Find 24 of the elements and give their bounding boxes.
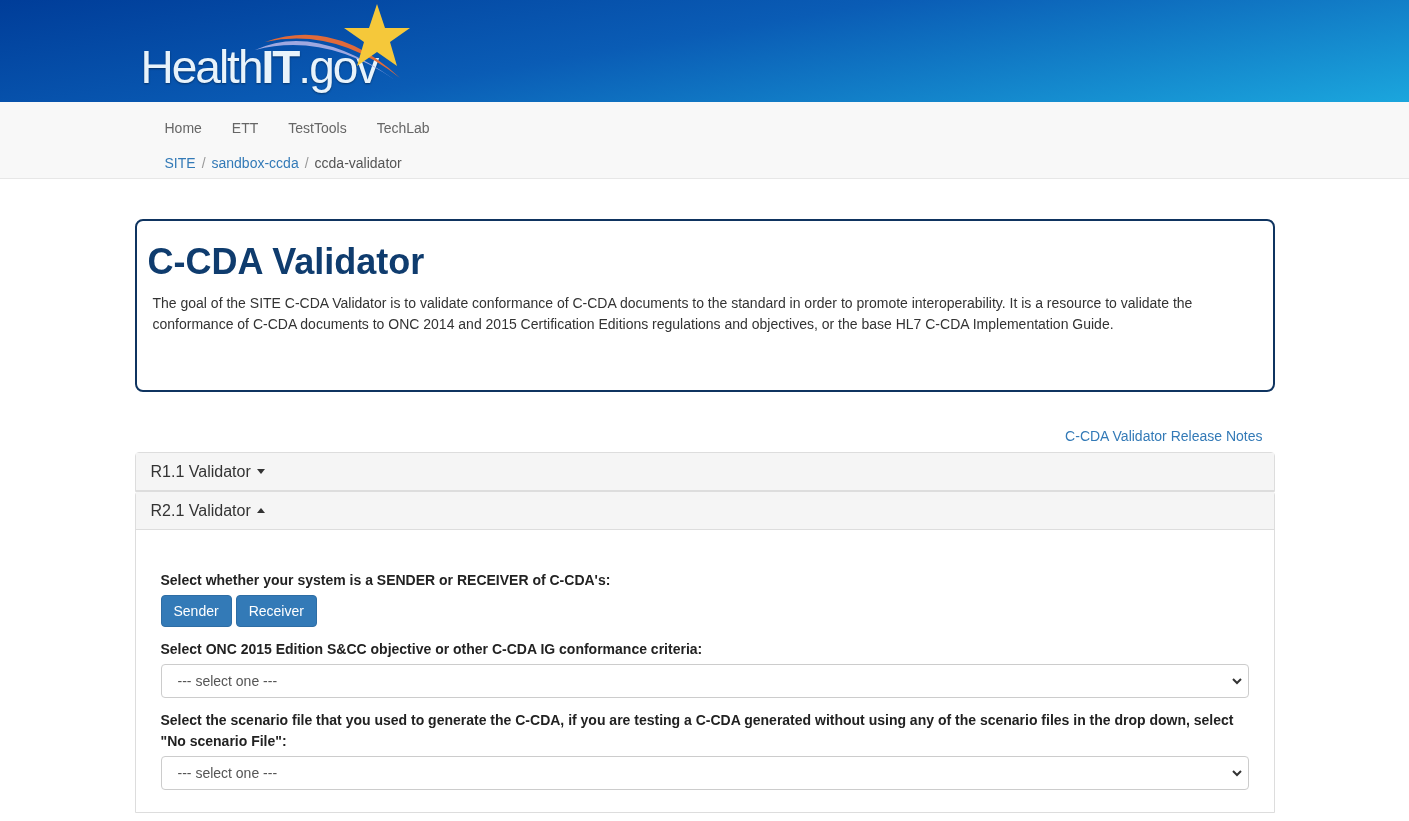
logo-text[interactable]: HealthIT.gov (140, 40, 378, 94)
nav-link[interactable]: TechLab (376, 120, 430, 142)
field-label: Select ONC 2015 Edition S&CC objective or other C-CDA IG conformance criteria: (160, 640, 704, 659)
nav-link[interactable]: ETT (231, 120, 259, 142)
field-label: Select whether your system is a SENDER or RECEIVER of C-CDA's: (160, 571, 612, 590)
role-button[interactable]: Receiver (235, 595, 317, 627)
accordion-header[interactable]: R2.1 Validator (135, 492, 1274, 530)
nav-link[interactable]: TestTools (288, 120, 347, 142)
breadcrumb-separator: / (200, 155, 207, 171)
breadcrumb-link[interactable]: SITE (164, 155, 196, 171)
intro-text: The goal of the SITE C-CDA Validator is to validate conformance of C-CDA documents to the standard in order to promote interoperability. It is a resource to validate the conformance of C-CDA documents to ONC 2014 and 2015 Certification Editions regulations and objectives, or the base HL7 C-CDA Implementation Guide. (152, 294, 1194, 334)
chevron-down-icon (1231, 769, 1242, 777)
breadcrumb-current[interactable]: ccda-validator (314, 155, 402, 171)
select-field[interactable]: --- select one --- (160, 756, 1249, 790)
field-label: Select the scenario file that you used to generate the C-CDA, if you are testing a C-CDA generated without using any of the scenario files in the drop down, select "No scenario File": (160, 711, 1235, 751)
select-field[interactable]: --- select one --- (160, 664, 1249, 698)
nav-link[interactable]: Home (164, 120, 202, 142)
role-button[interactable]: Sender (160, 595, 232, 627)
breadcrumb-separator: / (303, 155, 310, 171)
page-title: C-CDA Validator (147, 241, 426, 283)
release-notes-link[interactable]: C-CDA Validator Release Notes (1065, 428, 1263, 444)
accordion-header[interactable]: R1.1 Validator (135, 453, 1274, 491)
chevron-down-icon (1231, 677, 1242, 685)
breadcrumb-link[interactable]: sandbox-ccda (211, 155, 299, 171)
